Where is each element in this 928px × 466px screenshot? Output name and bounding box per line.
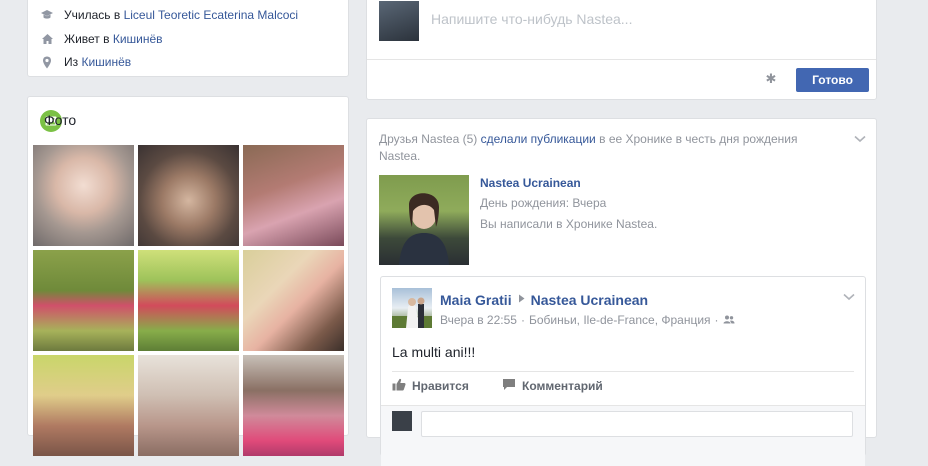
birthday-person-name[interactable]: Nastea Ucrainean	[480, 176, 581, 190]
location-pin-icon	[40, 55, 54, 69]
divider	[367, 59, 876, 60]
post-author-link[interactable]: Maia Gratii	[440, 292, 512, 308]
divider	[392, 371, 854, 372]
thumbs-up-icon	[392, 378, 406, 394]
post-header: Maia Gratii Nastea Ucrainean	[440, 292, 648, 308]
photo-thumbnail[interactable]	[243, 145, 344, 246]
birthday-summary-friends[interactable]: Друзья Nastea (5)	[379, 132, 477, 146]
comment-composer	[381, 405, 865, 466]
comment-input[interactable]	[421, 411, 853, 437]
photo-thumbnail[interactable]	[33, 250, 134, 351]
photo-thumbnail[interactable]	[138, 145, 239, 246]
timeline-post: Maia Gratii Nastea Ucrainean Вчера в 22:…	[380, 276, 866, 466]
birthday-posts-link[interactable]: сделали публикации	[481, 132, 596, 146]
intro-card: Училась в Liceul Teoretic Ecaterina Malc…	[27, 0, 349, 77]
photo-thumbnail[interactable]	[33, 145, 134, 246]
studied-place-link[interactable]: Liceul Teoretic Ecaterina Malcoci	[124, 8, 299, 22]
lives-place-link[interactable]: Кишинёв	[113, 32, 163, 46]
comment-icon	[502, 378, 516, 394]
avatar[interactable]	[392, 288, 432, 328]
avatar	[392, 411, 412, 431]
post-text: La multi ani!!!	[392, 344, 476, 360]
lives-prefix: Живет в	[64, 32, 110, 46]
composer-card: Напишите что-нибудь Nastea... ✱ Готово	[366, 0, 877, 100]
intro-lives-row: Живет в Кишинёв	[40, 30, 163, 48]
birthday-profile-photo[interactable]	[379, 175, 469, 265]
meta-separator: ·	[714, 313, 719, 327]
intro-from-row: Из Кишинёв	[40, 53, 131, 71]
caret-right-icon	[518, 294, 525, 306]
intro-studied-row: Училась в Liceul Teoretic Ecaterina Malc…	[40, 6, 298, 24]
from-prefix: Из	[64, 55, 79, 69]
photo-thumbnail[interactable]	[243, 250, 344, 351]
like-button[interactable]: Нравится	[392, 378, 469, 394]
avatar[interactable]	[379, 1, 419, 41]
photo-thumbnail[interactable]	[33, 355, 134, 456]
post-timestamp[interactable]: Вчера в 22:55	[440, 313, 517, 327]
composer-input[interactable]: Напишите что-нибудь Nastea...	[431, 11, 632, 27]
chevron-down-icon[interactable]	[854, 132, 866, 146]
post-location[interactable]: Бобиньи, Ile-de-France, Франция	[529, 313, 711, 327]
birthday-summary: Друзья Nastea (5) сделали публикации в е…	[379, 131, 819, 165]
comment-button[interactable]: Комментарий	[502, 378, 603, 394]
post-target-link[interactable]: Nastea Ucrainean	[531, 292, 649, 308]
birthday-wrote-note: Вы написали в Хронике Nastea.	[480, 217, 658, 231]
like-label: Нравится	[412, 379, 469, 393]
photos-title[interactable]: Фото	[44, 112, 76, 128]
photo-thumbnail[interactable]	[138, 250, 239, 351]
studied-prefix: Училась в	[64, 8, 121, 22]
home-icon	[40, 32, 54, 46]
birthday-date: День рождения: Вчера	[480, 196, 607, 210]
chevron-down-icon[interactable]	[843, 290, 855, 304]
friends-icon[interactable]	[723, 313, 735, 327]
feed-story-card: Друзья Nastea (5) сделали публикации в е…	[366, 118, 877, 466]
meta-separator: ·	[520, 313, 525, 327]
photo-thumbnail[interactable]	[138, 355, 239, 456]
photo-thumbnail[interactable]	[243, 355, 344, 456]
gear-icon[interactable]: ✱	[763, 71, 779, 87]
post-button[interactable]: Готово	[796, 68, 869, 92]
post-meta: Вчера в 22:55 · Бобиньи, Ile-de-France, …	[440, 313, 735, 327]
comment-label: Комментарий	[522, 379, 603, 393]
from-place-link[interactable]: Кишинёв	[81, 55, 131, 69]
graduation-cap-icon	[40, 8, 54, 22]
